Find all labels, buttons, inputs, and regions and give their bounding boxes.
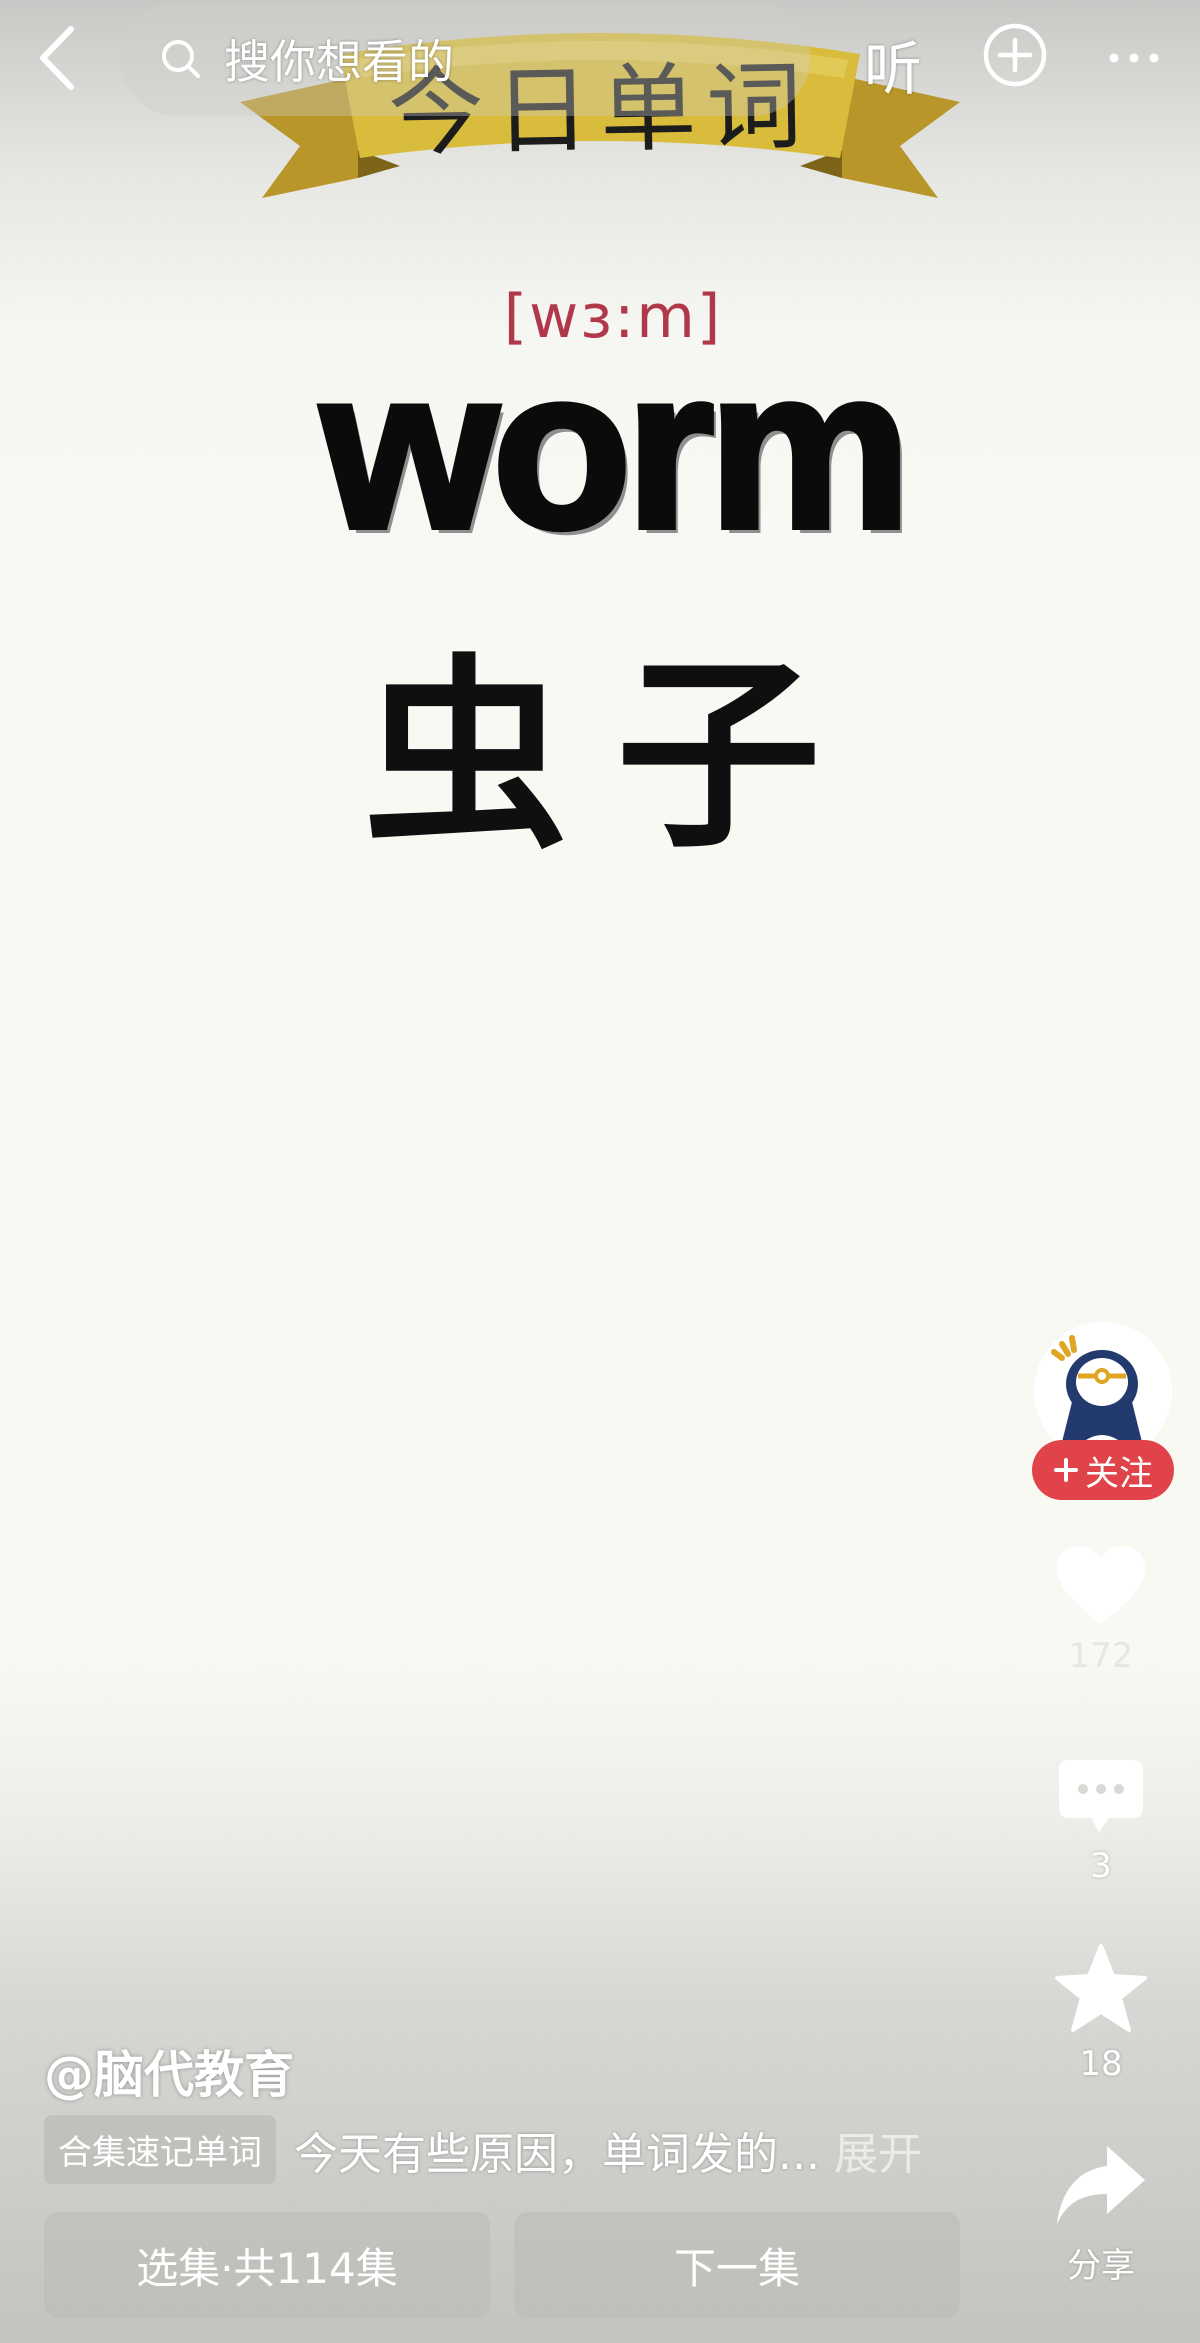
star-icon — [1055, 1944, 1147, 2032]
top-bar: 搜你想看的 听 — [0, 0, 1200, 120]
like-count: 172 — [1068, 1636, 1134, 1676]
search-bar[interactable]: 搜你想看的 — [120, 2, 810, 116]
chevron-left-icon — [40, 26, 74, 90]
heart-icon — [1057, 1546, 1145, 1624]
more-button[interactable] — [1104, 22, 1164, 88]
listen-button[interactable]: 听 — [864, 22, 922, 106]
video-caption: 今天有些原因，单词发的... — [294, 2128, 820, 2180]
collection-tag[interactable]: 合集速记单词 — [44, 2115, 276, 2184]
vocabulary-word: worm — [318, 322, 914, 576]
favorite-count: 18 — [1079, 2044, 1123, 2084]
search-placeholder: 搜你想看的 — [224, 35, 454, 89]
favorite-button[interactable]: 18 — [1020, 1942, 1182, 2084]
plus-circle-icon — [983, 23, 1047, 87]
share-label: 分享 — [1067, 2246, 1135, 2286]
comment-count: 3 — [1090, 1846, 1112, 1886]
comment-button[interactable]: 3 — [1020, 1756, 1182, 1886]
more-dots-icon — [1109, 53, 1159, 63]
select-episode-button[interactable]: 选集·共114集 — [44, 2212, 490, 2318]
caption-row: 合集速记单词 今天有些原因，单词发的... 展开 — [44, 2115, 922, 2184]
word-meaning: 虫子 — [363, 638, 869, 876]
follow-button[interactable]: 关注 — [1032, 1440, 1174, 1500]
share-arrow-icon — [1057, 2146, 1145, 2224]
back-button[interactable] — [22, 20, 92, 96]
expand-link[interactable]: 展开 — [834, 2118, 922, 2182]
author-name[interactable]: @脑代教育 — [44, 2035, 294, 2107]
comment-icon — [1059, 1760, 1143, 1832]
share-button[interactable]: 分享 — [1020, 2142, 1182, 2287]
add-button[interactable] — [982, 22, 1048, 88]
plus-icon — [1054, 1458, 1078, 1482]
follow-label: 关注 — [1085, 1453, 1153, 1494]
next-episode-button[interactable]: 下一集 — [514, 2212, 960, 2318]
search-icon — [162, 40, 200, 78]
like-button[interactable]: 172 — [1020, 1542, 1182, 1676]
